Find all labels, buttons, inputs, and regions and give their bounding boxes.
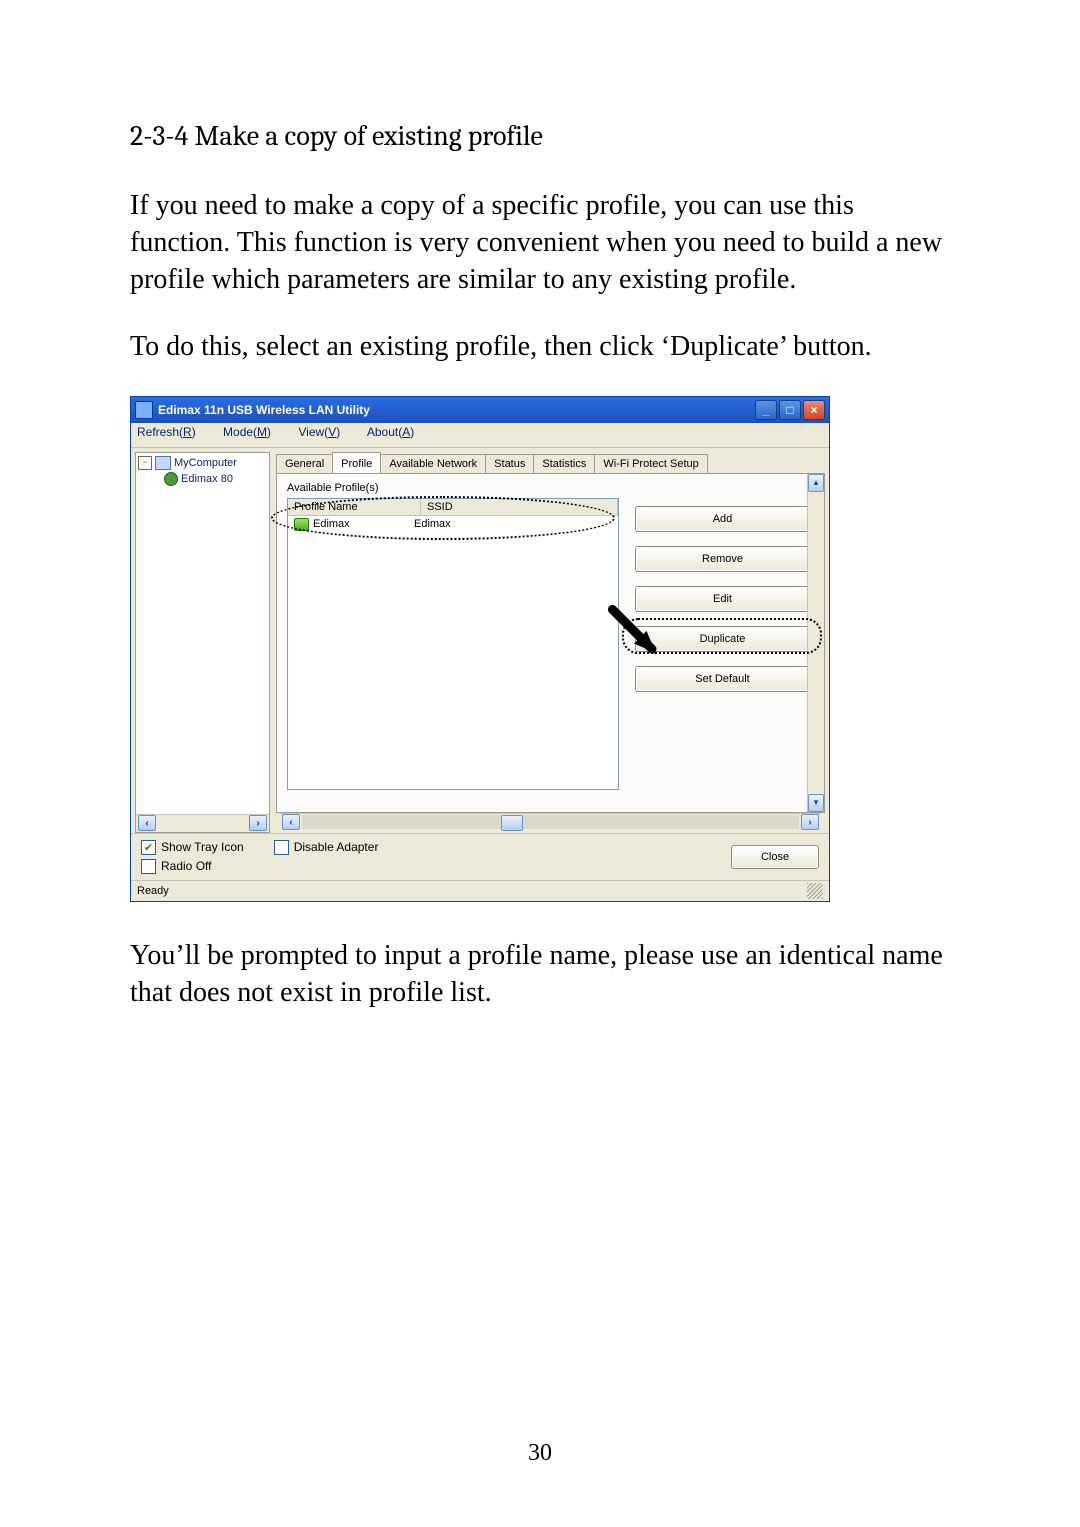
add-button[interactable]: Add [635,506,810,532]
set-default-button[interactable]: Set Default [635,666,810,692]
scroll-left-icon[interactable]: ‹ [282,814,300,830]
signal-icon [294,518,309,531]
status-text: Ready [137,885,169,897]
scroll-up-icon[interactable]: ▴ [808,474,824,492]
tab-status[interactable]: Status [485,454,534,473]
checkbox-unchecked-icon [141,859,156,874]
menubar: Refresh(R) Mode(M) View(V) About(A) [131,423,829,448]
menu-about[interactable]: About(A) [367,425,426,439]
disable-adapter-checkbox[interactable]: Disable Adapter [274,840,379,855]
duplicate-button[interactable]: Duplicate [635,626,810,652]
main-vertical-scrollbar[interactable]: ▴ ▾ [807,474,824,812]
window-title: Edimax 11n USB Wireless LAN Utility [158,403,370,417]
disable-adapter-label: Disable Adapter [294,840,379,854]
paragraph-3: You’ll be prompted to input a profile na… [130,938,950,1012]
profile-row-name: Edimax [313,518,350,530]
tree-root[interactable]: MyComputer [174,457,237,469]
edit-button[interactable]: Edit [635,586,810,612]
collapse-icon[interactable]: − [138,456,152,470]
main-horizontal-scrollbar[interactable]: ‹ › [280,813,821,831]
close-window-button[interactable]: × [803,400,825,420]
profile-row-ssid: Edimax [414,518,612,530]
tree-scroll-left-icon[interactable]: ‹ [138,815,156,831]
tab-general[interactable]: General [276,454,333,473]
bottom-panel: ✔ Show Tray Icon Radio Off Disable Adapt… [131,833,829,880]
adapter-icon [164,472,178,486]
profile-list-header: Profile Name SSID [288,499,618,516]
col-ssid[interactable]: SSID [421,499,618,515]
tree-scroll-right-icon[interactable]: › [249,815,267,831]
profile-list[interactable]: Profile Name SSID Edimax Edimax [287,498,619,790]
tree-pane[interactable]: − MyComputer Edimax 80 ‹ › [135,452,270,833]
computer-icon [155,456,171,470]
menu-mode[interactable]: Mode(M) [223,425,283,439]
scroll-thumb[interactable] [501,815,523,831]
show-tray-icon-label: Show Tray Icon [161,840,244,854]
resize-grip-icon[interactable] [807,883,823,899]
paragraph-1: If you need to make a copy of a specific… [130,188,950,299]
section-heading: 2-3-4 Make a copy of existing profile [130,120,950,152]
remove-button[interactable]: Remove [635,546,810,572]
checkbox-unchecked-icon [274,840,289,855]
col-profile-name[interactable]: Profile Name [288,499,421,515]
tab-strip: General Profile Available Network Status… [276,452,825,473]
minimize-button[interactable]: _ [755,400,777,420]
show-tray-icon-checkbox[interactable]: ✔ Show Tray Icon [141,840,244,855]
tab-wifi-protect-setup[interactable]: Wi-Fi Protect Setup [594,454,707,473]
status-bar: Ready [131,880,829,901]
app-screenshot: Edimax 11n USB Wireless LAN Utility _ □ … [130,396,830,902]
menu-view[interactable]: View(V) [298,425,352,439]
maximize-button[interactable]: □ [779,400,801,420]
radio-off-label: Radio Off [161,859,211,873]
profile-row[interactable]: Edimax Edimax [288,516,618,533]
tab-statistics[interactable]: Statistics [533,454,595,473]
page-number: 30 [0,1440,1080,1467]
tab-profile[interactable]: Profile [332,452,381,473]
scroll-right-icon[interactable]: › [801,814,819,830]
checkbox-checked-icon: ✔ [141,840,156,855]
scroll-down-icon[interactable]: ▾ [808,794,824,812]
radio-off-checkbox[interactable]: Radio Off [141,859,244,874]
tree-child[interactable]: Edimax 80 [181,473,233,485]
menu-refresh[interactable]: Refresh(R) [137,425,208,439]
tab-available-network[interactable]: Available Network [380,454,486,473]
window-titlebar[interactable]: Edimax 11n USB Wireless LAN Utility _ □ … [131,397,829,423]
app-icon [135,401,153,419]
paragraph-2: To do this, select an existing profile, … [130,329,950,366]
close-button[interactable]: Close [731,845,819,869]
available-profiles-label: Available Profile(s) [287,482,814,494]
